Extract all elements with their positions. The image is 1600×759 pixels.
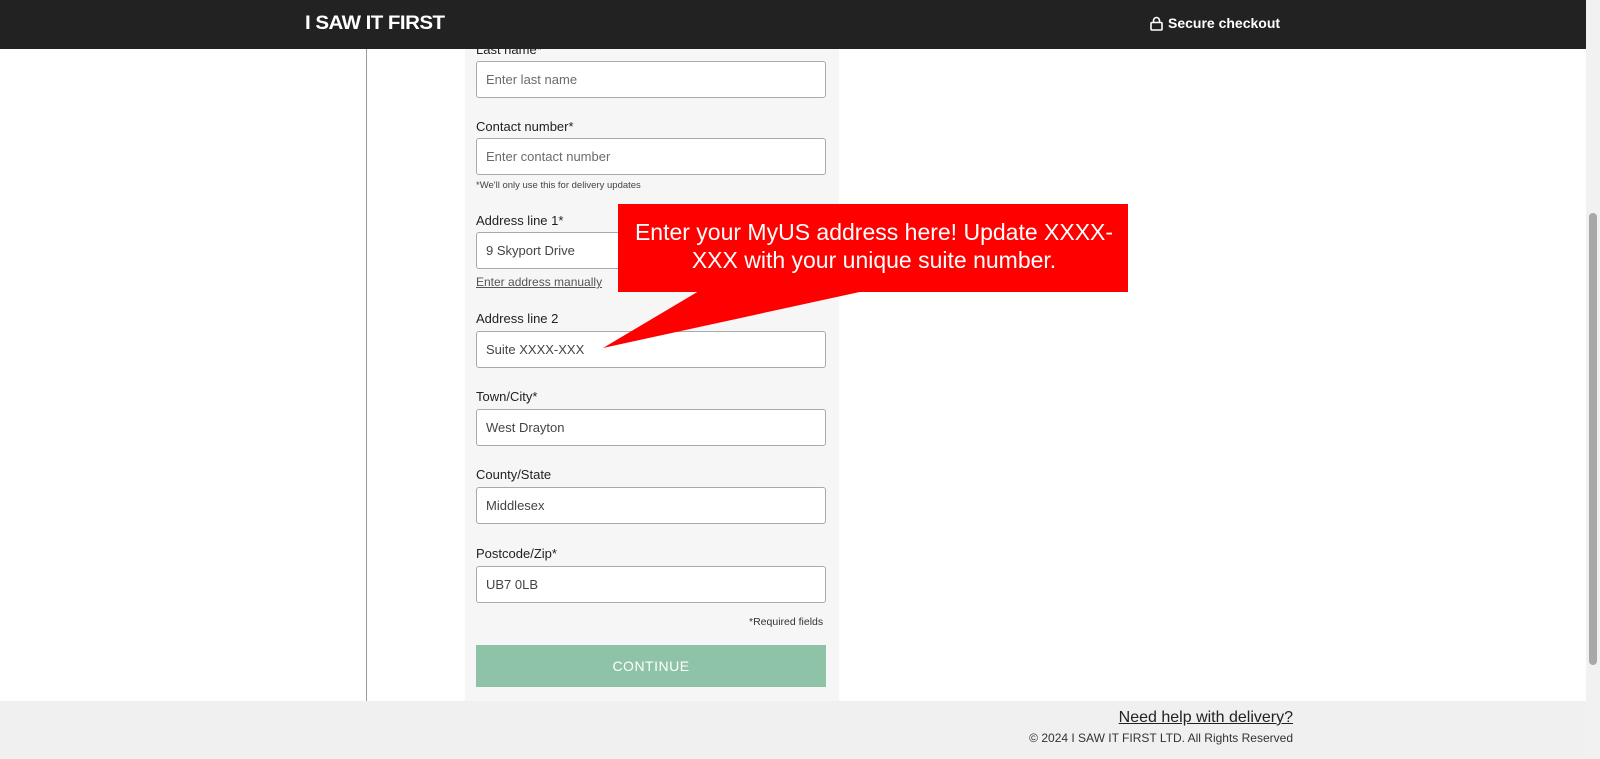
callout-text: Enter your MyUS address here! Update XXX…: [634, 219, 1114, 273]
last-name-label: Last name*: [476, 42, 542, 57]
left-divider: [366, 49, 367, 701]
page-scrollbar[interactable]: [1586, 0, 1600, 759]
enter-address-manually-link[interactable]: Enter address manually: [476, 275, 602, 289]
last-name-input[interactable]: [476, 61, 826, 98]
address-line-2-input[interactable]: [476, 331, 826, 368]
lock-icon: [1150, 16, 1163, 31]
contact-number-hint: *We'll only use this for delivery update…: [476, 180, 641, 191]
county-state-label: County/State: [476, 467, 552, 482]
address-line-1-label: Address line 1*: [476, 213, 564, 228]
postcode-input[interactable]: [476, 566, 826, 603]
postcode-label: Postcode/Zip*: [476, 546, 557, 561]
contact-number-label: Contact number*: [476, 119, 574, 134]
continue-button[interactable]: CONTINUE: [476, 645, 826, 687]
site-logo[interactable]: I SAW IT FIRST: [305, 13, 445, 35]
address-line-2-label: Address line 2: [476, 311, 559, 326]
town-city-label: Town/City*: [476, 389, 538, 404]
scrollbar-thumb[interactable]: [1589, 213, 1597, 665]
top-bar: I SAW IT FIRST Secure checkout: [0, 0, 1586, 49]
delivery-help-link[interactable]: Need help with delivery?: [1119, 709, 1293, 727]
secure-checkout: Secure checkout: [1150, 15, 1280, 31]
town-city-input[interactable]: [476, 409, 826, 446]
county-state-input[interactable]: [476, 487, 826, 524]
secure-checkout-label: Secure checkout: [1168, 15, 1281, 31]
required-fields-note: *Required fields: [749, 616, 824, 628]
contact-number-input[interactable]: [476, 138, 826, 175]
footer: Need help with delivery? © 2024 I SAW IT…: [0, 701, 1586, 759]
copyright-text: © 2024 I SAW IT FIRST LTD. All Rights Re…: [1029, 731, 1293, 745]
